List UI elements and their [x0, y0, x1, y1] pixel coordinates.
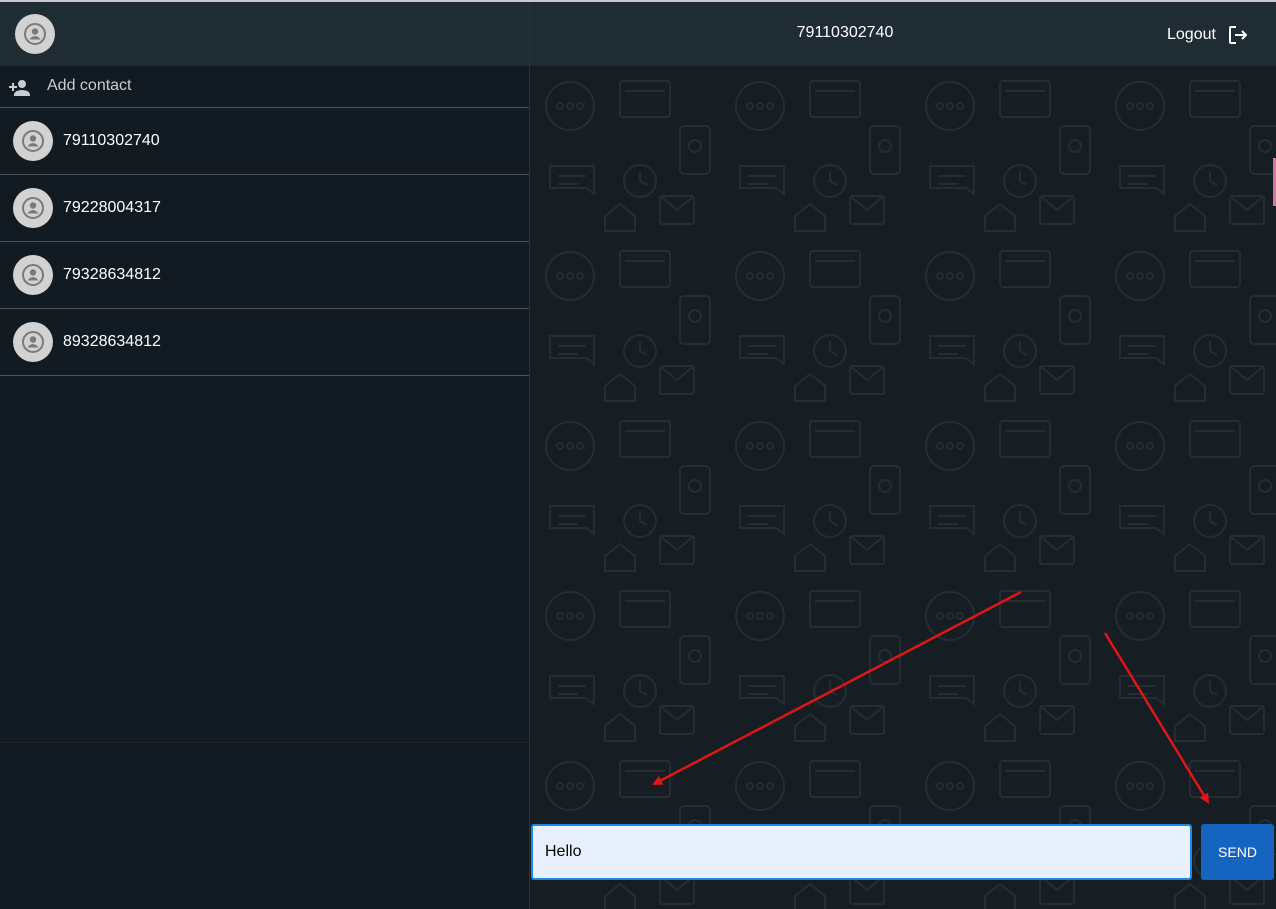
person-icon: [22, 197, 44, 219]
contact-item[interactable]: 79228004317: [0, 175, 529, 242]
chat-title: 79110302740: [796, 24, 894, 41]
chat-messages-area: [530, 66, 1276, 909]
person-add-icon: [9, 80, 30, 96]
contact-avatar: [13, 188, 53, 228]
contact-list: 79110302740 79228004317 79328634812 8932…: [0, 108, 529, 376]
add-contact-label: Add contact: [47, 77, 132, 94]
chat-header: 79110302740 Logout: [530, 2, 1276, 66]
person-icon: [22, 130, 44, 152]
person-icon: [22, 331, 44, 353]
contact-number: 79228004317: [63, 199, 161, 216]
contact-avatar: [13, 255, 53, 295]
add-contact-button[interactable]: Add contact: [0, 66, 529, 108]
contact-item[interactable]: 79328634812: [0, 242, 529, 309]
contact-number: 79328634812: [63, 266, 161, 283]
contact-avatar: [13, 121, 53, 161]
message-input[interactable]: [531, 824, 1192, 880]
person-icon: [22, 264, 44, 286]
sidebar-divider: [0, 742, 529, 743]
contact-number: 79110302740: [63, 132, 160, 149]
sidebar: Add contact 79110302740 79228004317 7932…: [0, 2, 529, 909]
logout-icon: [1228, 26, 1247, 44]
message-composer: SEND: [531, 824, 1275, 880]
chat-panel: 79110302740 Logout Hello SEND: [529, 2, 1276, 909]
logout-button[interactable]: Logout: [1167, 22, 1250, 48]
logout-label: Logout: [1167, 26, 1216, 43]
contact-item[interactable]: 89328634812: [0, 309, 529, 376]
person-icon: [24, 23, 46, 45]
contact-number: 89328634812: [63, 333, 161, 350]
contact-item[interactable]: 79110302740: [0, 108, 529, 175]
sidebar-header: [0, 2, 529, 66]
contact-avatar: [13, 322, 53, 362]
chat-wallpaper-pattern: [530, 66, 1276, 909]
send-button[interactable]: SEND: [1201, 824, 1274, 880]
user-avatar[interactable]: [15, 14, 55, 54]
